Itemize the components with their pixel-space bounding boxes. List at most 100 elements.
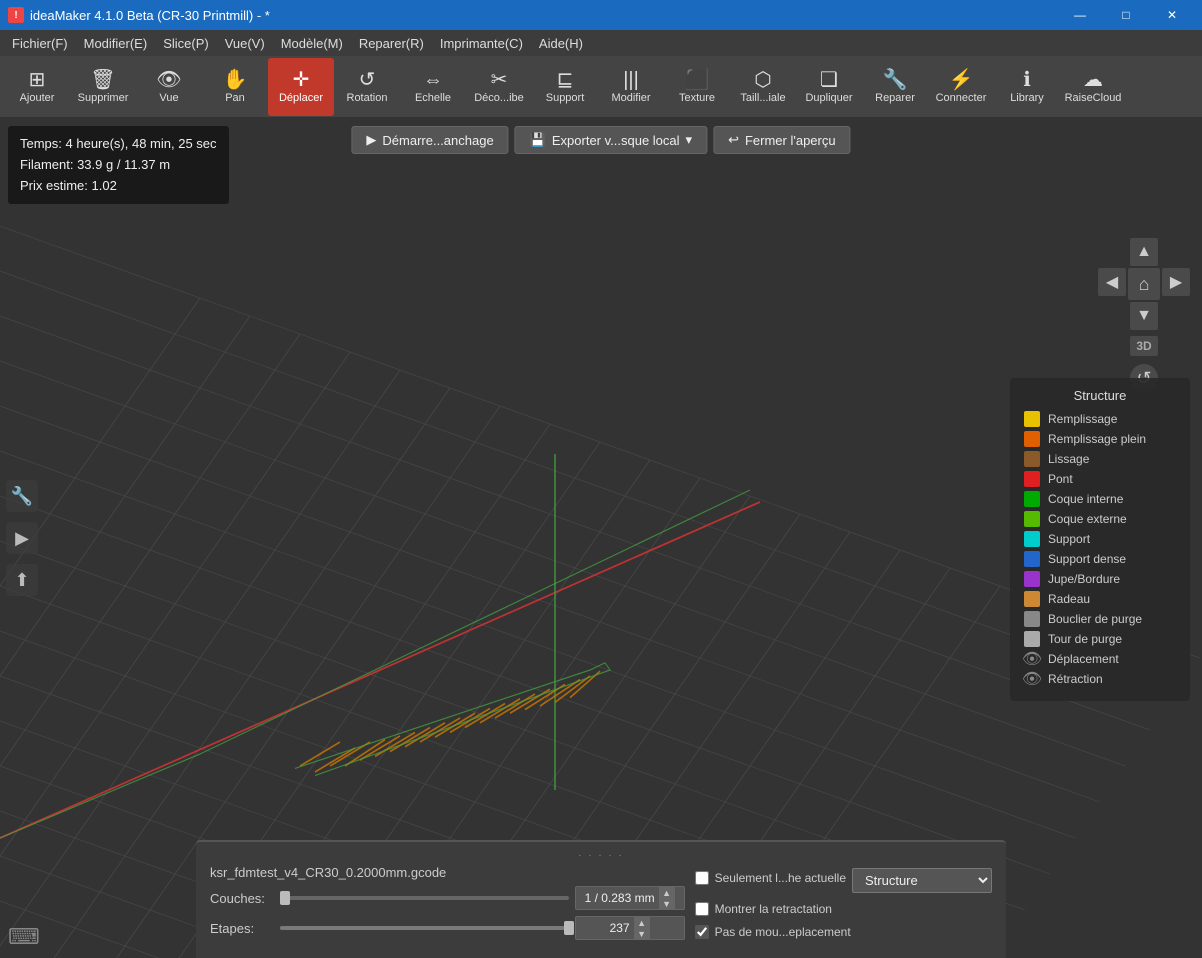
toolbar-btn-modifier[interactable]: |||Modifier [598, 58, 664, 116]
steps-down-button[interactable]: ▼ [634, 928, 650, 939]
start-label: Démarre...anchage [382, 133, 493, 148]
legend-item: Bouclier de purge [1024, 611, 1176, 627]
close-label: Fermer l'aperçu [745, 133, 836, 148]
nav-3d-button[interactable]: 3D [1130, 336, 1157, 356]
upload-button[interactable]: ⬆ [6, 564, 38, 596]
menu-item-reparerr[interactable]: Reparer(R) [351, 30, 432, 56]
layers-slider[interactable] [280, 896, 569, 900]
close-button[interactable]: ✕ [1150, 0, 1194, 30]
dupliquer-icon: ❏ [820, 70, 838, 90]
support-icon: ⊑ [557, 70, 574, 90]
menu-bar: Fichier(F)Modifier(E)Slice(P)Vue(V)Modèl… [0, 30, 1202, 56]
legend-eye-icon: 👁 [1024, 671, 1040, 687]
export-label: Exporter v...sque local [552, 133, 680, 148]
legend-item: Support [1024, 531, 1176, 547]
modifier-icon: ||| [623, 70, 639, 90]
taille-icon: ⬡ [754, 70, 771, 90]
nav-controls: ▲ ◀ ⌂ ▶ ▼ 3D ↺ [1098, 238, 1190, 392]
info-panel: Temps: 4 heure(s), 48 min, 25 sec Filame… [8, 126, 229, 204]
toolbar-btn-decouper[interactable]: ✂Déco...ibe [466, 58, 532, 116]
layers-up-button[interactable]: ▲ [659, 887, 675, 898]
toolbar-btn-rotation[interactable]: ↺Rotation [334, 58, 400, 116]
maximize-button[interactable]: □ [1104, 0, 1148, 30]
seulement-checkbox[interactable] [695, 871, 709, 885]
viewport-area: Temps: 4 heure(s), 48 min, 25 sec Filame… [0, 118, 1202, 958]
layers-value-box: 1 / 0.283 mm ▲ ▼ [575, 886, 685, 910]
menu-item-fichierf[interactable]: Fichier(F) [4, 30, 76, 56]
structure-dropdown[interactable]: Structure [852, 868, 992, 893]
close-preview-button[interactable]: ↩ Fermer l'aperçu [713, 126, 851, 154]
menu-item-vuev[interactable]: Vue(V) [217, 30, 273, 56]
toolbar: ⊞Ajouter🗑Supprimer👁Vue✋Pan✛Déplacer↺Rota… [0, 56, 1202, 118]
legend-color-swatch [1024, 611, 1040, 627]
start-button[interactable]: ▶ Démarre...anchage [351, 126, 508, 154]
nav-up-button[interactable]: ▲ [1130, 238, 1158, 266]
menu-item-imprimantec[interactable]: Imprimante(C) [432, 30, 531, 56]
play-icon: ▶ [366, 132, 376, 148]
legend-label: Déplacement [1048, 652, 1119, 666]
legend-label: Radeau [1048, 592, 1090, 606]
keyboard-button[interactable]: ⌨ [8, 924, 40, 950]
legend-item: 👁 Rétraction [1024, 671, 1176, 687]
action-bar: ▶ Démarre...anchage 💾 Exporter v...sque … [351, 126, 850, 154]
app-title: ideaMaker 4.1.0 Beta (CR-30 Printmill) -… [30, 8, 270, 23]
menu-item-modifiere[interactable]: Modifier(E) [76, 30, 156, 56]
legend-item: 👁 Déplacement [1024, 651, 1176, 667]
legend-label: Remplissage [1048, 412, 1117, 426]
window-controls: — □ ✕ [1058, 0, 1194, 30]
toolbar-btn-raisecloud[interactable]: ☁RaiseCloud [1060, 58, 1126, 116]
legend-item: Remplissage plein [1024, 431, 1176, 447]
pan-icon: ✋ [223, 70, 248, 90]
toolbar-btn-texture[interactable]: ⬛Texture [664, 58, 730, 116]
legend-label: Jupe/Bordure [1048, 572, 1120, 586]
seulement-checkbox-row: Seulement l...he actuelle [695, 871, 846, 885]
montrer-checkbox[interactable] [695, 902, 709, 916]
toolbar-btn-vue[interactable]: 👁Vue [136, 58, 202, 116]
menu-item-modlem[interactable]: Modèle(M) [273, 30, 351, 56]
minimize-button[interactable]: — [1058, 0, 1102, 30]
legend-color-swatch [1024, 631, 1040, 647]
pas-checkbox[interactable] [695, 925, 709, 939]
supprimer-icon: 🗑 [90, 70, 115, 90]
toolbar-btn-connecter[interactable]: ⚡Connecter [928, 58, 994, 116]
connecter-icon: ⚡ [949, 70, 974, 90]
nav-right-button[interactable]: ▶ [1162, 268, 1190, 296]
legend-label: Coque externe [1048, 512, 1127, 526]
reparer-icon: 🔧 [883, 70, 908, 90]
legend-item: Support dense [1024, 551, 1176, 567]
toolbar-btn-reparer[interactable]: 🔧Reparer [862, 58, 928, 116]
texture-icon: ⬛ [685, 70, 710, 90]
toolbar-btn-pan[interactable]: ✋Pan [202, 58, 268, 116]
legend-label: Rétraction [1048, 672, 1103, 686]
nav-down-button[interactable]: ▼ [1130, 302, 1158, 330]
toolbar-btn-dupliquer[interactable]: ❏Dupliquer [796, 58, 862, 116]
steps-up-button[interactable]: ▲ [634, 917, 650, 928]
legend-title: Structure [1024, 388, 1176, 403]
toolbar-btn-support[interactable]: ⊑Support [532, 58, 598, 116]
pas-checkbox-row: Pas de mou...eplacement [695, 925, 992, 939]
drag-handle[interactable]: · · · · · [210, 850, 992, 861]
legend-color-swatch [1024, 451, 1040, 467]
toolbar-btn-deplacer[interactable]: ✛Déplacer [268, 58, 334, 116]
play-button[interactable]: ▶ [6, 522, 38, 554]
nav-home-button[interactable]: ⌂ [1128, 268, 1160, 300]
legend-item: Pont [1024, 471, 1176, 487]
nav-left-button[interactable]: ◀ [1098, 268, 1126, 296]
pas-label: Pas de mou...eplacement [715, 925, 851, 939]
toolbar-btn-ajouter[interactable]: ⊞Ajouter [4, 58, 70, 116]
toolbar-btn-taille[interactable]: ⬡Taill...iale [730, 58, 796, 116]
legend-label: Remplissage plein [1048, 432, 1146, 446]
bottom-right-controls: Seulement l...he actuelle Structure Mont… [685, 865, 992, 946]
toolbar-btn-library[interactable]: ℹLibrary [994, 58, 1060, 116]
legend-eye-icon: 👁 [1024, 651, 1040, 667]
legend-item: Radeau [1024, 591, 1176, 607]
menu-item-aideh[interactable]: Aide(H) [531, 30, 591, 56]
menu-item-slicep[interactable]: Slice(P) [155, 30, 217, 56]
toolbar-btn-echelle[interactable]: ⇔Echelle [400, 58, 466, 116]
time-info: Temps: 4 heure(s), 48 min, 25 sec [20, 134, 217, 155]
toolbar-btn-supprimer[interactable]: 🗑Supprimer [70, 58, 136, 116]
export-button[interactable]: 💾 Exporter v...sque local ▾ [515, 126, 707, 154]
wrench-button[interactable]: 🔧 [6, 480, 38, 512]
layers-down-button[interactable]: ▼ [659, 898, 675, 909]
steps-slider[interactable] [280, 926, 569, 930]
